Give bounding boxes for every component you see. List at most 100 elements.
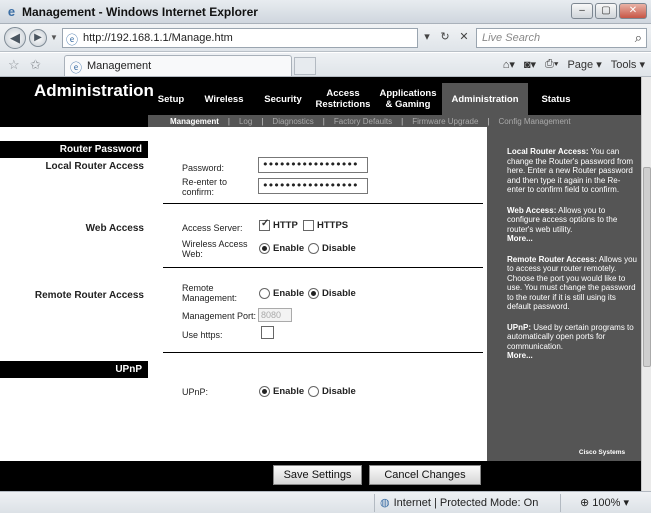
section-divider — [163, 267, 483, 268]
back-button[interactable]: ◀ — [4, 27, 26, 49]
stop-icon[interactable]: ✕ — [455, 28, 473, 48]
nav-setup[interactable]: Setup — [148, 83, 194, 115]
subnav-management[interactable]: Management — [170, 117, 219, 126]
new-tab-button[interactable] — [294, 57, 316, 75]
history-dropdown-icon[interactable]: ▼ — [50, 33, 58, 42]
nav-access-restrictions[interactable]: Access Restrictions — [312, 83, 374, 115]
remote-mgmt-label-line2: Management: — [182, 293, 238, 303]
wireless-web-disable-radio[interactable] — [308, 243, 319, 254]
upnp-disable[interactable]: Disable — [308, 386, 356, 397]
nav-security-label: Security — [264, 93, 302, 105]
tab-management[interactable]: ⓔ Management — [64, 55, 292, 76]
wireless-web-label-line2: Web: — [182, 249, 203, 259]
nav-applications-gaming-label: Applications & Gaming — [379, 88, 437, 110]
remote-router-access-label: Remote Router Access — [34, 290, 144, 301]
page-menu[interactable]: Page ▾ — [567, 58, 601, 71]
help-upnp: UPnP: Used by certain programs to automa… — [507, 323, 637, 361]
tab-page-icon: ⓔ — [70, 61, 83, 75]
password-field[interactable]: ••••••••••••••••• — [258, 157, 368, 173]
nav-wireless[interactable]: Wireless — [194, 83, 254, 115]
nav-access-restrictions-label: Access Restrictions — [315, 88, 371, 110]
reenter-password-field[interactable]: ••••••••••••••••• — [258, 178, 368, 194]
nav-security[interactable]: Security — [254, 83, 312, 115]
help-upnp-title: UPnP: — [507, 322, 531, 332]
print-icon[interactable]: ⎙▾ — [545, 58, 558, 71]
mgmt-port-field[interactable]: 8080 — [258, 308, 292, 322]
refresh-icon[interactable]: ↻ — [436, 28, 454, 48]
help-panel: Local Router Access: You can change the … — [487, 127, 641, 461]
http-checkbox[interactable] — [259, 218, 270, 231]
upnp-enable[interactable]: Enable — [259, 386, 304, 397]
url-field[interactable]: ⓔ http://192.168.1.1/Manage.htm — [62, 28, 418, 48]
tab-bar: ☆ ✩ ⓔ Management ⌂▾ ◙▾ ⎙▾ Page ▾ Tools ▾ — [0, 53, 651, 77]
section-labels: Router Password Local Router Access Web … — [0, 127, 148, 461]
upnp-enable-label: Enable — [273, 386, 305, 397]
subnav-diagnostics[interactable]: Diagnostics — [272, 117, 313, 126]
remote-mgmt-enable[interactable]: Enable — [259, 288, 304, 299]
upnp-heading: UPnP — [0, 361, 148, 378]
remote-mgmt-disable-radio[interactable] — [308, 288, 319, 299]
nav-administration-label: Administration — [451, 93, 519, 105]
save-settings-button[interactable]: Save Settings — [273, 465, 362, 485]
subnav-config-management[interactable]: Config Management — [499, 117, 571, 126]
search-placeholder: Live Search — [482, 32, 541, 44]
router-page: Administration Setup Wireless Security A… — [0, 77, 641, 491]
nav-wireless-label: Wireless — [204, 93, 244, 105]
zoom-control[interactable]: ⊕ 100% ▾ — [580, 496, 629, 509]
upnp-disable-radio[interactable] — [308, 386, 319, 397]
search-input[interactable]: Live Search ⌕ — [476, 28, 647, 48]
wireless-web-enable[interactable]: Enable — [259, 243, 304, 254]
home-icon[interactable]: ⌂▾ — [503, 58, 515, 71]
zoom-level: 100% — [592, 497, 621, 509]
use-https-checkbox[interactable] — [261, 326, 274, 339]
forward-button[interactable]: ▶ — [29, 29, 47, 47]
local-router-access-label: Local Router Access — [45, 161, 144, 172]
help-web: Web Access: Allows you to configure acce… — [507, 206, 637, 244]
tools-menu[interactable]: Tools ▾ — [611, 58, 645, 71]
subnav-log[interactable]: Log — [239, 117, 252, 126]
feeds-icon[interactable]: ◙▾ — [524, 58, 536, 71]
close-button[interactable]: ✕ — [619, 3, 647, 19]
wireless-web-enable-radio[interactable] — [259, 243, 270, 254]
nav-status-label: Status — [541, 93, 571, 105]
search-icon[interactable]: ⌕ — [635, 30, 642, 46]
upnp-enable-radio[interactable] — [259, 386, 270, 397]
section-divider — [163, 352, 483, 353]
scrollbar-thumb[interactable] — [643, 167, 651, 367]
favorites-star-icon[interactable]: ☆ — [8, 57, 20, 73]
https-checkbox[interactable] — [303, 220, 314, 231]
nav-administration[interactable]: Administration — [442, 83, 528, 115]
minimize-button[interactable]: – — [571, 3, 593, 19]
https-label: HTTPS — [317, 220, 349, 231]
subnav-separator: | — [322, 116, 325, 126]
form-footer: Save Settings Cancel Changes — [0, 461, 641, 491]
remote-mgmt-disable[interactable]: Disable — [308, 288, 356, 299]
help-more-link[interactable]: More... — [507, 351, 533, 360]
security-zone[interactable]: ◍ Internet | Protected Mode: On — [380, 496, 538, 509]
cancel-changes-button[interactable]: Cancel Changes — [369, 465, 481, 485]
url-dropdown-icon[interactable]: ▾ — [420, 28, 434, 48]
add-favorites-icon[interactable]: ✩ — [30, 57, 41, 73]
subnav-factory-defaults[interactable]: Factory Defaults — [334, 117, 392, 126]
http-option[interactable]: HTTP — [259, 218, 298, 231]
subnav-firmware-upgrade[interactable]: Firmware Upgrade — [412, 117, 478, 126]
wireless-web-disable[interactable]: Disable — [308, 243, 356, 254]
page-heading: Administration — [34, 81, 154, 100]
window-titlebar: e Management - Windows Internet Explorer… — [0, 0, 651, 24]
help-more-link[interactable]: More... — [507, 234, 533, 243]
cisco-logo-text: Cisco Systems — [578, 449, 626, 456]
http-label: HTTP — [273, 220, 298, 231]
nav-setup-label: Setup — [157, 93, 185, 105]
remote-mgmt-enable-radio[interactable] — [259, 288, 270, 299]
help-remote-title: Remote Router Access: — [507, 254, 597, 264]
https-option[interactable]: HTTPS — [303, 220, 348, 231]
mgmt-port-label: Management Port: — [182, 311, 257, 321]
vertical-scrollbar[interactable] — [641, 77, 651, 491]
status-bar: ◍ Internet | Protected Mode: On ⊕ 100% ▾ — [0, 491, 651, 513]
nav-applications-gaming[interactable]: Applications & Gaming — [374, 83, 442, 115]
settings-form: Password: ••••••••••••••••• Re-enter to … — [148, 127, 487, 461]
nav-status[interactable]: Status — [528, 83, 584, 115]
window-controls: – ▢ ✕ — [571, 3, 647, 19]
maximize-button[interactable]: ▢ — [595, 3, 617, 19]
use-https-label: Use https: — [182, 330, 223, 340]
